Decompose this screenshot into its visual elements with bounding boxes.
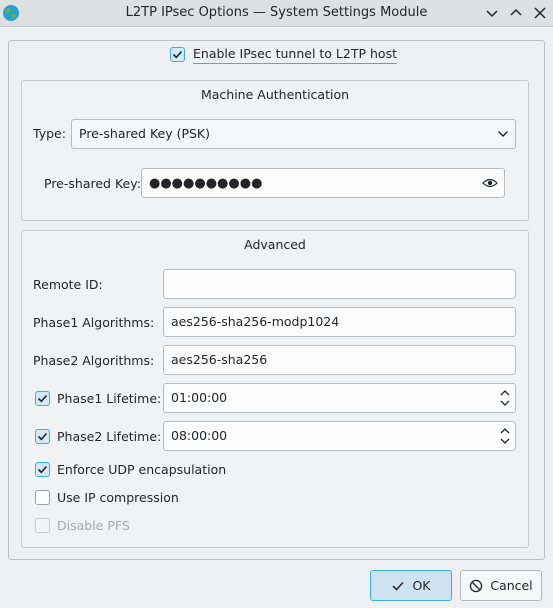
remote-id-input[interactable] xyxy=(163,269,516,299)
disable-pfs-checkbox xyxy=(35,518,50,533)
phase2-lifetime-checkbox[interactable] xyxy=(35,429,50,444)
checkmark-icon xyxy=(172,50,183,59)
psk-label: Pre-shared Key: xyxy=(44,176,141,191)
close-icon xyxy=(534,7,546,19)
enforce-udp-checkbox[interactable] xyxy=(35,462,50,477)
enable-ipsec-checkbox[interactable] xyxy=(170,47,185,62)
phase2-algorithms-input[interactable]: aes256-sha256 xyxy=(163,345,516,375)
title-bar: L2TP IPsec Options — System Settings Mod… xyxy=(0,0,553,27)
ip-compression-checkbox[interactable] xyxy=(35,490,50,505)
remote-id-label: Remote ID: xyxy=(33,277,103,292)
psk-masked-value: ●●●●●●●●●● xyxy=(149,176,263,191)
minimize-button[interactable] xyxy=(482,3,502,23)
spin-arrows-icon[interactable] xyxy=(499,425,511,447)
phase2-algorithms-label: Phase2 Algorithms: xyxy=(33,353,155,368)
phase1-algorithms-input[interactable]: aes256-sha256-modp1024 xyxy=(163,307,516,337)
machine-auth-title: Machine Authentication xyxy=(200,87,350,102)
type-value: Pre-shared Key (PSK) xyxy=(79,126,210,141)
checkmark-icon xyxy=(37,465,48,474)
ok-button[interactable]: OK xyxy=(370,570,452,601)
checkmark-icon xyxy=(37,394,48,403)
checkmark-icon xyxy=(392,581,405,591)
phase2-lifetime-label[interactable]: Phase2 Lifetime: xyxy=(57,429,161,444)
minimize-icon xyxy=(486,10,498,18)
cancel-label: Cancel xyxy=(490,578,533,593)
maximize-icon xyxy=(510,8,522,16)
window-title: L2TP IPsec Options — System Settings Mod… xyxy=(125,5,428,20)
enable-ipsec-label[interactable]: Enable IPsec tunnel to L2TP host xyxy=(193,46,397,64)
ip-compression-label[interactable]: Use IP compression xyxy=(57,490,179,505)
phase1-algorithms-label: Phase1 Algorithms: xyxy=(33,315,155,330)
chevron-down-icon xyxy=(498,131,508,137)
maximize-button[interactable] xyxy=(506,3,526,23)
phase1-lifetime-spinbox[interactable]: 01:00:00 xyxy=(163,383,516,413)
machine-auth-group: Machine Authentication xyxy=(21,80,529,221)
psk-input[interactable]: ●●●●●●●●●● xyxy=(141,168,505,198)
spin-arrows-icon[interactable] xyxy=(499,387,511,409)
show-password-icon[interactable] xyxy=(482,177,498,189)
advanced-title: Advanced xyxy=(244,237,306,252)
phase1-lifetime-label[interactable]: Phase1 Lifetime: xyxy=(57,391,161,406)
phase1-lifetime-checkbox[interactable] xyxy=(35,391,50,406)
type-combobox[interactable]: Pre-shared Key (PSK) xyxy=(71,119,516,149)
ok-label: OK xyxy=(412,578,431,593)
disable-pfs-label: Disable PFS xyxy=(57,518,130,533)
phase2-lifetime-value: 08:00:00 xyxy=(171,428,228,443)
cancel-icon xyxy=(470,579,483,592)
checkmark-icon xyxy=(37,432,48,441)
enforce-udp-label[interactable]: Enforce UDP encapsulation xyxy=(57,462,226,477)
close-button[interactable] xyxy=(530,3,550,23)
cancel-button[interactable]: Cancel xyxy=(460,570,542,601)
phase2-lifetime-spinbox[interactable]: 08:00:00 xyxy=(163,421,516,451)
phase1-lifetime-value: 01:00:00 xyxy=(171,390,228,405)
type-label: Type: xyxy=(33,126,66,141)
